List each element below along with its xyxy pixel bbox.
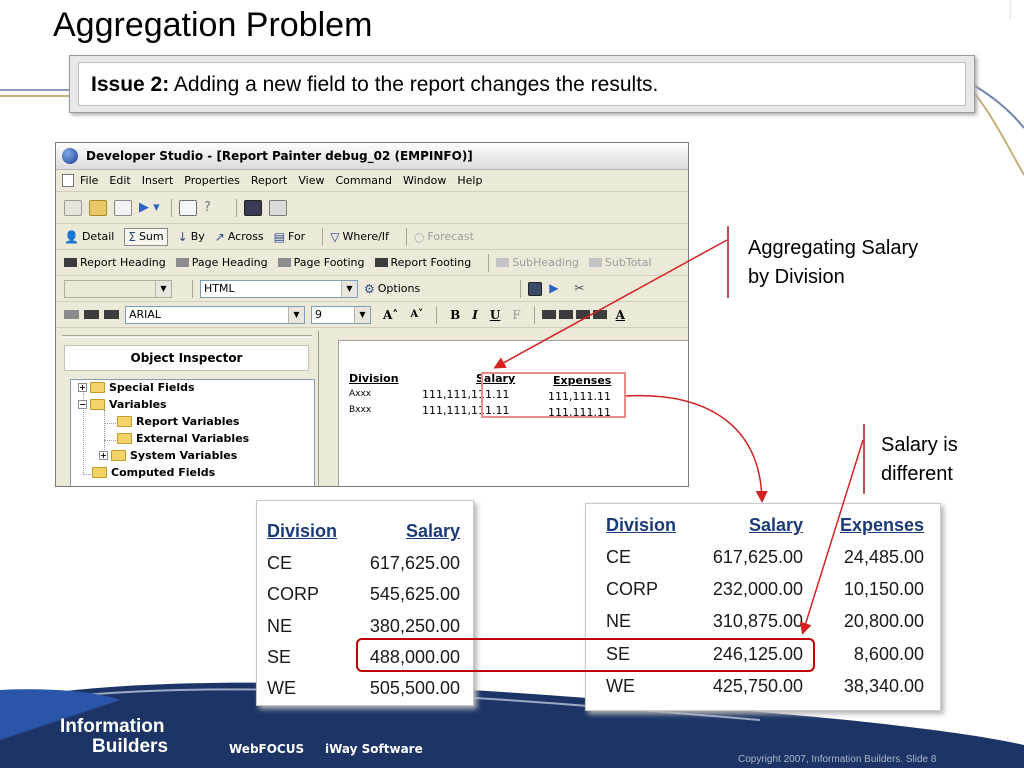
arrow-to-results xyxy=(625,394,768,503)
arrow-to-se-row xyxy=(799,439,864,635)
information-builders-logo: Information Builders xyxy=(60,716,169,757)
copyright-text: Copyright 2007, Information Builders. Sl… xyxy=(738,754,937,765)
footer-iway: iWay Software xyxy=(325,742,423,756)
annotation-arrows xyxy=(493,239,864,635)
footer-webfocus: WebFOCUS xyxy=(229,742,305,756)
arrow-to-salary xyxy=(493,239,728,369)
